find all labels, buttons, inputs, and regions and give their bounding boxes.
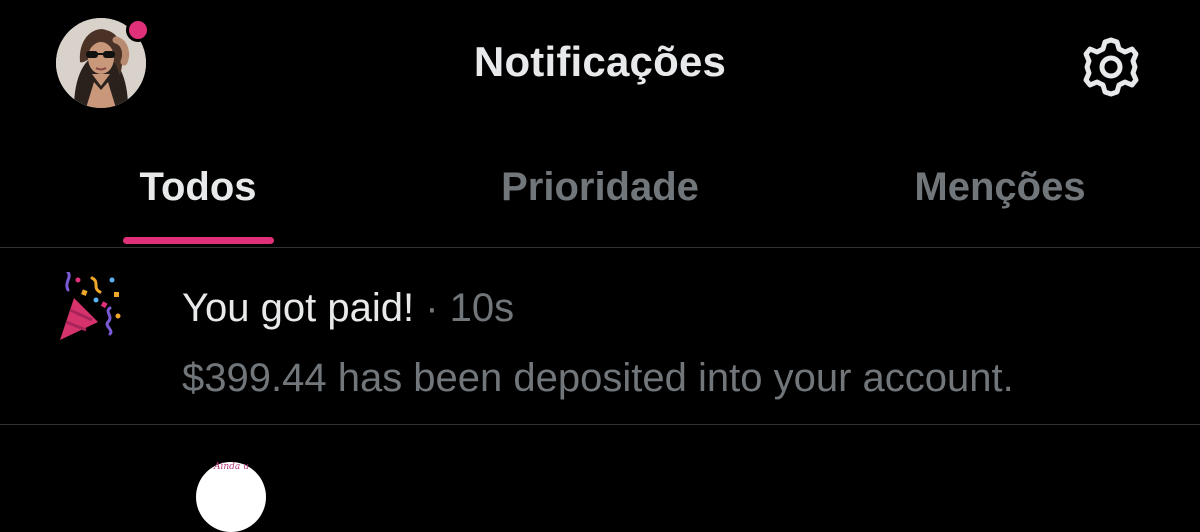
active-tab-indicator bbox=[123, 237, 274, 244]
notification-title: You got paid! bbox=[182, 286, 415, 330]
tab-prioridade-label: Prioridade bbox=[501, 165, 699, 209]
notification-item[interactable]: You got paid! · 10s $399.44 has been dep… bbox=[0, 248, 1200, 424]
notification-body: $399.44 has been deposited into your acc… bbox=[182, 356, 1014, 400]
tab-todos[interactable]: Todos bbox=[98, 130, 298, 247]
page-title: Notificações bbox=[473, 38, 727, 85]
notification-divider bbox=[0, 424, 1200, 425]
party-popper-icon bbox=[52, 270, 124, 344]
tab-mencoes[interactable]: Menções bbox=[880, 130, 1120, 247]
tab-mencoes-label: Menções bbox=[914, 165, 1086, 209]
top-bar: Notificações bbox=[0, 0, 1200, 130]
notification-header: You got paid! · 10s bbox=[182, 286, 514, 331]
settings-button[interactable] bbox=[1076, 32, 1146, 102]
gear-icon bbox=[1083, 37, 1139, 97]
next-notification-avatar[interactable] bbox=[196, 462, 266, 532]
next-avatar-text: Ainda u bbox=[214, 462, 249, 472]
notification-tabs: Todos Prioridade Menções bbox=[0, 130, 1200, 247]
notification-separator: · bbox=[425, 286, 439, 330]
notification-timestamp: 10s bbox=[449, 286, 515, 330]
tab-prioridade[interactable]: Prioridade bbox=[450, 130, 750, 247]
tab-todos-label: Todos bbox=[139, 165, 257, 209]
